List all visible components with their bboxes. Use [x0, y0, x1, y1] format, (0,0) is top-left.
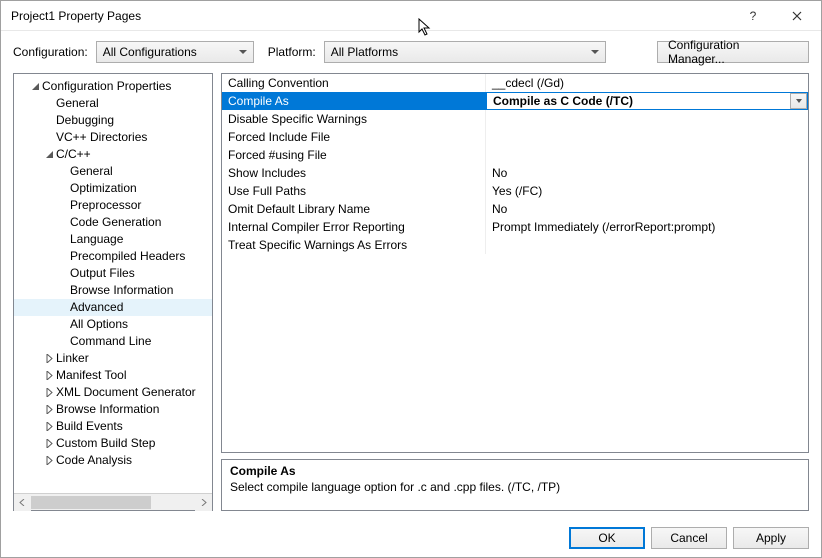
- tree-item[interactable]: Browse Information: [14, 282, 212, 299]
- grid-name: Use Full Paths: [222, 182, 486, 200]
- grid-row[interactable]: Disable Specific Warnings: [222, 110, 808, 128]
- tree-item[interactable]: Optimization: [14, 180, 212, 197]
- grid-row[interactable]: Forced #using File: [222, 146, 808, 164]
- tree-item[interactable]: Linker: [14, 350, 212, 367]
- platform-label: Platform:: [268, 45, 316, 59]
- grid-value[interactable]: No: [486, 200, 808, 218]
- tree-item[interactable]: Advanced: [14, 299, 212, 316]
- expand-closed-icon[interactable]: [42, 422, 56, 431]
- grid-name: Forced #using File: [222, 146, 486, 164]
- tree-item[interactable]: Browse Information: [14, 401, 212, 418]
- tree-item[interactable]: Debugging: [14, 112, 212, 129]
- right-panel: Calling Convention__cdecl (/Gd)Compile A…: [221, 73, 809, 511]
- cancel-button[interactable]: Cancel: [651, 527, 727, 549]
- grid-name: Compile As: [222, 92, 486, 110]
- tree-item[interactable]: General: [14, 95, 212, 112]
- footer: OK Cancel Apply: [1, 519, 821, 557]
- expand-closed-icon[interactable]: [42, 405, 56, 414]
- grid-value[interactable]: [486, 236, 808, 254]
- tree-item[interactable]: Build Events: [14, 418, 212, 435]
- grid-value[interactable]: Prompt Immediately (/errorReport:prompt): [486, 218, 808, 236]
- grid-row[interactable]: Forced Include File: [222, 128, 808, 146]
- grid-name: Calling Convention: [222, 74, 486, 92]
- expand-closed-icon[interactable]: [42, 371, 56, 380]
- grid-name: Treat Specific Warnings As Errors: [222, 236, 486, 254]
- grid-row-selected[interactable]: Compile AsCompile as C Code (/TC): [222, 92, 808, 110]
- ok-button[interactable]: OK: [569, 527, 645, 549]
- tree[interactable]: Configuration PropertiesGeneralDebugging…: [14, 74, 212, 493]
- grid-row[interactable]: Treat Specific Warnings As Errors: [222, 236, 808, 254]
- description-title: Compile As: [230, 464, 800, 478]
- description-text: Select compile language option for .c an…: [230, 480, 800, 494]
- tree-cpp[interactable]: C/C++: [14, 146, 212, 163]
- tree-item[interactable]: Custom Build Step: [14, 435, 212, 452]
- tree-item[interactable]: Manifest Tool: [14, 367, 212, 384]
- grid-row[interactable]: Show IncludesNo: [222, 164, 808, 182]
- expand-closed-icon[interactable]: [42, 439, 56, 448]
- expand-open-icon[interactable]: [42, 150, 56, 159]
- grid-value[interactable]: __cdecl (/Gd): [486, 74, 808, 92]
- tree-item[interactable]: Language: [14, 231, 212, 248]
- tree-item[interactable]: Precompiled Headers: [14, 248, 212, 265]
- tree-item[interactable]: Code Generation: [14, 214, 212, 231]
- grid-value[interactable]: Compile as C Code (/TC): [486, 92, 808, 110]
- expand-open-icon[interactable]: [28, 82, 42, 91]
- tree-item[interactable]: All Options: [14, 316, 212, 333]
- grid-row[interactable]: Calling Convention__cdecl (/Gd): [222, 74, 808, 92]
- grid-name: Internal Compiler Error Reporting: [222, 218, 486, 236]
- tree-item[interactable]: VC++ Directories: [14, 129, 212, 146]
- grid-row[interactable]: Omit Default Library NameNo: [222, 200, 808, 218]
- platform-value: All Platforms: [331, 45, 398, 59]
- tree-item[interactable]: Preprocessor: [14, 197, 212, 214]
- scroll-right-button[interactable]: [195, 494, 212, 511]
- property-grid[interactable]: Calling Convention__cdecl (/Gd)Compile A…: [221, 73, 809, 453]
- grid-row[interactable]: Use Full PathsYes (/FC): [222, 182, 808, 200]
- help-button[interactable]: ?: [731, 2, 775, 30]
- grid-value[interactable]: [486, 146, 808, 164]
- tree-item[interactable]: Command Line: [14, 333, 212, 350]
- titlebar: Project1 Property Pages ?: [1, 1, 821, 31]
- tree-item[interactable]: XML Document Generator: [14, 384, 212, 401]
- grid-name: Disable Specific Warnings: [222, 110, 486, 128]
- tree-hscrollbar[interactable]: [14, 493, 212, 510]
- tree-root[interactable]: Configuration Properties: [14, 78, 212, 95]
- grid-value[interactable]: No: [486, 164, 808, 182]
- scroll-thumb[interactable]: [31, 496, 151, 509]
- configuration-label: Configuration:: [13, 45, 88, 59]
- grid-value[interactable]: [486, 128, 808, 146]
- expand-closed-icon[interactable]: [42, 354, 56, 363]
- main-area: Configuration PropertiesGeneralDebugging…: [1, 73, 821, 519]
- window-title: Project1 Property Pages: [11, 9, 731, 23]
- close-button[interactable]: [775, 2, 819, 30]
- tree-item[interactable]: Output Files: [14, 265, 212, 282]
- configuration-manager-button[interactable]: Configuration Manager...: [657, 41, 809, 63]
- scroll-left-button[interactable]: [14, 494, 31, 511]
- apply-button[interactable]: Apply: [733, 527, 809, 549]
- platform-combo[interactable]: All Platforms: [324, 41, 606, 63]
- config-row: Configuration: All Configurations Platfo…: [1, 31, 821, 73]
- grid-name: Omit Default Library Name: [222, 200, 486, 218]
- expand-closed-icon[interactable]: [42, 456, 56, 465]
- grid-value[interactable]: [486, 110, 808, 128]
- grid-row[interactable]: Internal Compiler Error ReportingPrompt …: [222, 218, 808, 236]
- configuration-value: All Configurations: [103, 45, 197, 59]
- grid-name: Show Includes: [222, 164, 486, 182]
- tree-item[interactable]: Code Analysis: [14, 452, 212, 469]
- grid-name: Forced Include File: [222, 128, 486, 146]
- tree-item[interactable]: General: [14, 163, 212, 180]
- dropdown-button[interactable]: [790, 93, 807, 109]
- description-box: Compile As Select compile language optio…: [221, 459, 809, 511]
- grid-value[interactable]: Yes (/FC): [486, 182, 808, 200]
- expand-closed-icon[interactable]: [42, 388, 56, 397]
- tree-panel: Configuration PropertiesGeneralDebugging…: [13, 73, 213, 511]
- configuration-combo[interactable]: All Configurations: [96, 41, 254, 63]
